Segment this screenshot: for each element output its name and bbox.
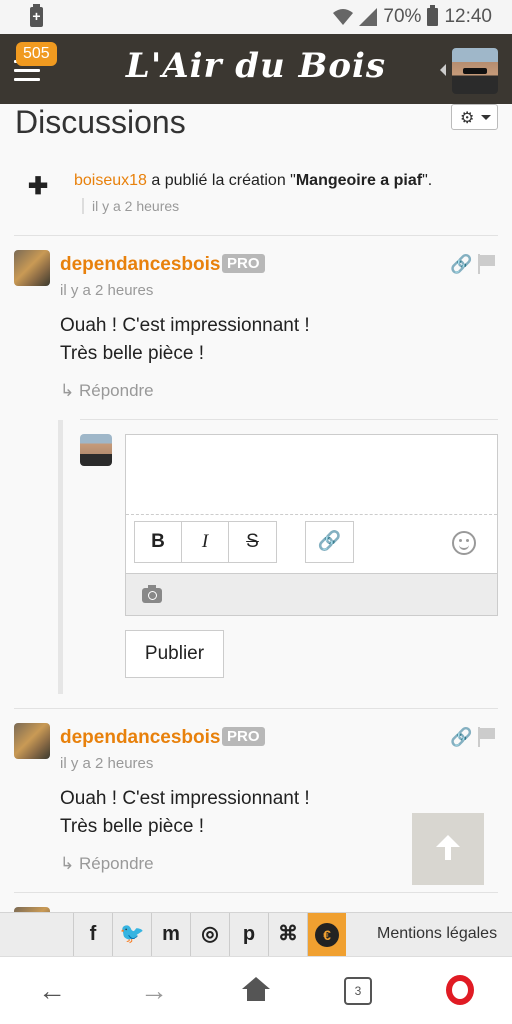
comment-time: il y a 2 heures (60, 755, 154, 772)
social-links: f 🐦 m ◎ p ⌘ € (73, 913, 346, 956)
reply-button[interactable]: ↳ Répondre (60, 381, 154, 401)
forward-icon[interactable]: → (140, 975, 168, 1007)
avatar[interactable] (14, 250, 50, 286)
comment-body: Ouah ! C'est impressionnant ! Très belle… (60, 315, 310, 364)
comment: dependancesbois PRO il y a 2 heures Ouah… (14, 250, 498, 410)
comment-author[interactable]: dependancesbois (60, 254, 221, 276)
site-logo[interactable]: L'Air du Bois (0, 46, 512, 86)
italic-button[interactable]: I (182, 522, 229, 562)
bold-button[interactable]: B (135, 522, 182, 562)
discussions-page: Discussions ⚙ ✚ boiseux18 a publié la cr… (0, 104, 512, 912)
legal-notice-link[interactable]: Mentions légales (377, 925, 497, 943)
comment-body: Ouah ! C'est impressionnant ! Très belle… (60, 788, 310, 837)
reply-text-area[interactable] (126, 435, 497, 515)
flag-icon[interactable] (476, 254, 496, 274)
editor-attachments-bar (126, 573, 497, 615)
reply-editor: B I S 🔗 (125, 434, 498, 616)
facebook-icon[interactable]: f (73, 913, 112, 956)
strikethrough-button[interactable]: S (229, 522, 276, 562)
publish-button[interactable]: Publier (125, 630, 224, 678)
site-header: 505 L'Air du Bois (0, 34, 512, 104)
wifi-icon (333, 9, 354, 25)
instagram-icon[interactable]: ◎ (190, 913, 229, 956)
opera-menu-icon[interactable] (446, 975, 474, 1005)
user-avatar[interactable] (452, 48, 498, 94)
arrow-up-icon (435, 835, 461, 861)
site-footer: f 🐦 m ◎ p ⌘ € Mentions légales (0, 912, 512, 956)
link-button[interactable]: 🔗 (306, 522, 353, 562)
home-icon[interactable] (242, 977, 270, 1001)
status-bar: 70% 12:40 (0, 0, 512, 34)
flag-icon[interactable] (476, 727, 496, 747)
comment-time: il y a 2 heures (60, 282, 154, 299)
twitter-icon[interactable]: 🐦 (112, 913, 151, 956)
pro-badge: PRO (222, 254, 265, 273)
pro-badge: PRO (222, 727, 265, 746)
permalink-icon[interactable]: 🔗 (450, 254, 472, 275)
page-title: Discussions (15, 104, 186, 140)
reply-button[interactable]: ↳ Répondre (60, 854, 154, 874)
signal-icon (359, 8, 378, 26)
scroll-to-top-button[interactable] (412, 813, 484, 885)
euro-icon: € (315, 923, 339, 947)
mastodon-icon[interactable]: m (151, 913, 190, 956)
activity-item-link[interactable]: Mangeoire a piaf (296, 172, 422, 189)
activity-text: boiseux18 a publié la création "Mangeoir… (74, 172, 433, 189)
avatar[interactable] (14, 723, 50, 759)
caret-left-icon (440, 64, 446, 76)
comment-author[interactable]: dependancesbois (60, 727, 221, 749)
settings-dropdown-button[interactable]: ⚙ (451, 104, 498, 130)
donate-button[interactable]: € (307, 913, 346, 956)
plus-icon[interactable]: ✚ (28, 172, 48, 201)
battery-saver-icon (30, 4, 43, 27)
activity-item: ✚ boiseux18 a publié la création "Mangeo… (14, 154, 498, 236)
activity-user-link[interactable]: boiseux18 (74, 172, 147, 189)
battery-percent: 70% (383, 6, 422, 27)
tabs-icon[interactable]: 3 (344, 977, 372, 1005)
avatar (80, 434, 112, 466)
permalink-icon[interactable]: 🔗 (450, 727, 472, 748)
pinterest-icon[interactable]: p (229, 913, 268, 956)
activity-time: il y a 2 heures (82, 198, 179, 214)
chevron-down-icon (481, 115, 491, 120)
github-icon[interactable]: ⌘ (268, 913, 307, 956)
gear-icon: ⚙ (460, 110, 475, 127)
back-icon[interactable]: ← (38, 975, 66, 1007)
emoji-icon[interactable] (452, 531, 476, 555)
camera-icon[interactable] (142, 585, 162, 603)
clock: 12:40 (444, 6, 492, 27)
browser-nav-bar: ← → 3 (0, 956, 512, 1024)
battery-icon (427, 5, 439, 26)
